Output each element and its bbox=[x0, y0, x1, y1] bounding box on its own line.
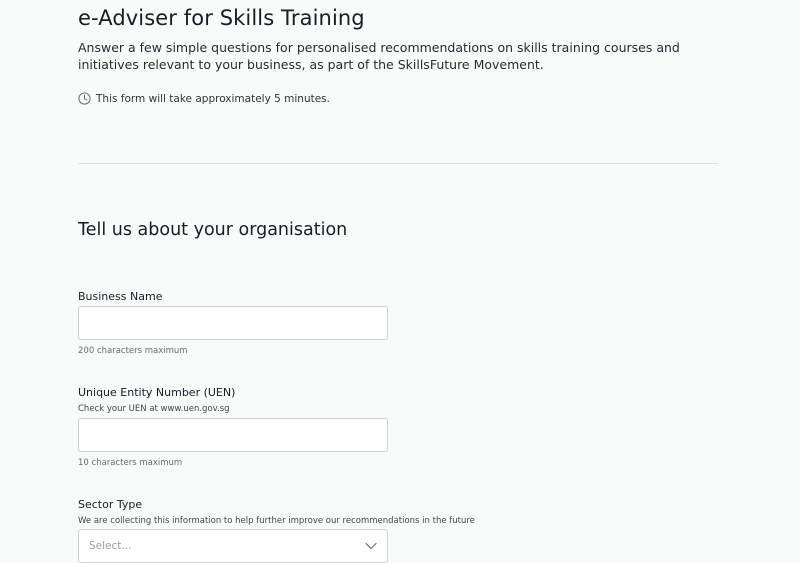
section-divider bbox=[78, 163, 718, 164]
form-duration-note: This form will take approximately 5 minu… bbox=[78, 92, 330, 105]
uen-help-text: Check your UEN at www.uen.gov.sg bbox=[78, 404, 230, 414]
intro-text: Answer a few simple questions for person… bbox=[78, 40, 680, 72]
business-name-hint: 200 characters maximum bbox=[78, 346, 188, 356]
clock-icon bbox=[78, 92, 91, 105]
uen-label: Unique Entity Number (UEN) bbox=[78, 386, 236, 399]
sector-type-label: Sector Type bbox=[78, 498, 143, 511]
chevron-down-icon bbox=[365, 542, 377, 550]
sector-type-help-text: We are collecting this information to he… bbox=[78, 516, 475, 526]
uen-input[interactable] bbox=[78, 418, 388, 452]
page-title: e-Adviser for Skills Training bbox=[78, 6, 365, 30]
section-title: Tell us about your organisation bbox=[78, 220, 348, 240]
uen-hint: 10 characters maximum bbox=[78, 458, 183, 468]
business-name-input[interactable] bbox=[78, 306, 388, 340]
business-name-label: Business Name bbox=[78, 290, 163, 303]
form-duration-text: This form will take approximately 5 minu… bbox=[96, 92, 330, 105]
sector-type-placeholder: Select... bbox=[89, 540, 132, 552]
